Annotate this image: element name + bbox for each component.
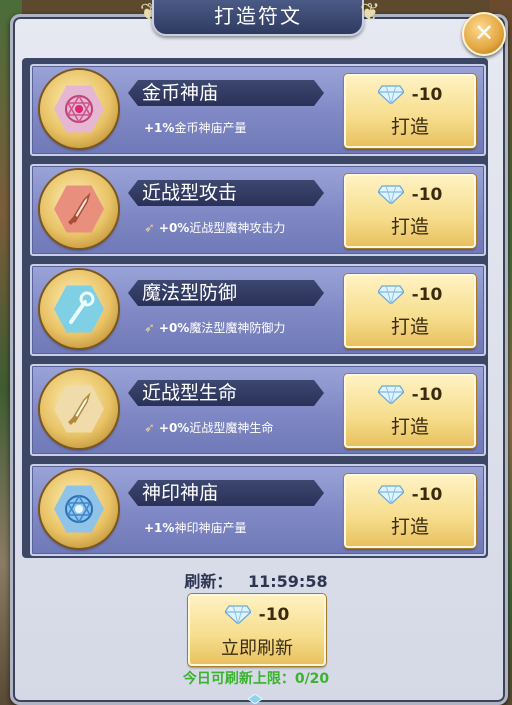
melee-attack-icon <box>54 185 104 233</box>
rune-bonus-text: 神印神庙产量 <box>174 521 247 535</box>
feather-icon: ➶ <box>144 321 155 336</box>
forge-cost-value: -10 <box>411 285 443 305</box>
forge-button-label: 打造 <box>390 416 429 438</box>
forge-cost: -10 <box>346 484 474 505</box>
rune-bonus: ➶ +0%近战型魔神生命 <box>144 418 273 438</box>
rune-row: 魔法型防御 ➶ +0%魔法型魔神防御力 -10 打造 <box>30 264 486 356</box>
forge-button[interactable]: -10 打造 <box>344 474 476 548</box>
left-wing-ornament: ❦ <box>139 0 160 26</box>
forge-cost: -10 <box>346 184 474 205</box>
rune-emblem <box>40 270 118 348</box>
rune-bonus-value: +0% <box>158 321 190 335</box>
forge-button-label: 打造 <box>390 116 429 138</box>
rune-bonus-text: 魔法型魔神防御力 <box>189 321 286 335</box>
refresh-button-label: 立即刷新 <box>221 638 293 659</box>
rune-row: 近战型生命 ➶ +0%近战型魔神生命 -10 打造 <box>30 364 486 456</box>
rune-name: 神印神庙 <box>128 480 324 506</box>
diamond-icon <box>377 385 404 404</box>
refresh-now-button[interactable]: -10 立即刷新 <box>188 594 326 666</box>
rune-row: 近战型攻击 ➶ +0%近战型魔神攻击力 -10 打造 <box>30 164 486 256</box>
refresh-countdown: 11:59:58 <box>248 572 328 591</box>
forge-button[interactable]: -10 打造 <box>344 174 476 248</box>
rune-bonus-text: 近战型魔神攻击力 <box>189 221 286 235</box>
rune-name: 近战型攻击 <box>128 180 324 206</box>
rune-emblem <box>40 70 118 148</box>
rune-emblem <box>40 370 118 448</box>
refresh-label: 刷新： <box>184 572 233 591</box>
forge-cost-value: -10 <box>411 485 443 505</box>
forge-button-label: 打造 <box>390 316 429 338</box>
close-button[interactable]: ✕ <box>462 12 506 56</box>
forge-cost: -10 <box>346 84 474 105</box>
rune-name: 金币神庙 <box>128 80 324 106</box>
forge-cost-value: -10 <box>411 185 443 205</box>
rune-bonus-text: 近战型魔神生命 <box>189 421 274 435</box>
close-icon: ✕ <box>473 19 495 47</box>
rune-bonus-value: +0% <box>158 221 190 235</box>
melee-life-icon <box>54 385 104 433</box>
feather-icon: ➶ <box>144 421 155 436</box>
right-wing-ornament: ❦ <box>360 0 381 26</box>
gold-temple-icon <box>54 85 104 133</box>
forge-button[interactable]: -10 打造 <box>344 74 476 148</box>
refresh-timer: 刷新： 11:59:58 <box>0 568 512 592</box>
rune-emblem <box>40 170 118 248</box>
seal-temple-icon <box>54 485 104 533</box>
rune-bonus: +1%金币神庙产量 <box>144 118 246 138</box>
rune-bonus: +1%神印神庙产量 <box>144 518 246 538</box>
rune-bonus-text: 金币神庙产量 <box>174 121 247 135</box>
diamond-icon <box>377 185 404 204</box>
rune-row: 神印神庙 +1%神印神庙产量 -10 打造 <box>30 464 486 556</box>
rune-name: 魔法型防御 <box>128 280 324 306</box>
rune-bonus-value: +1% <box>144 121 175 135</box>
forge-button[interactable]: -10 打造 <box>344 274 476 348</box>
bottom-ornament-gem-icon <box>248 694 262 704</box>
forge-button-label: 打造 <box>390 516 429 538</box>
rune-bonus-value: +1% <box>144 521 175 535</box>
magic-defense-icon <box>54 285 104 333</box>
forge-cost: -10 <box>346 384 474 405</box>
forge-button-label: 打造 <box>390 216 429 238</box>
diamond-icon <box>224 605 251 624</box>
refresh-cost-value: -10 <box>258 605 290 625</box>
diamond-icon <box>377 85 404 104</box>
forge-cost: -10 <box>346 284 474 305</box>
dialog-title: 打造符文 <box>152 0 364 36</box>
forge-button[interactable]: -10 打造 <box>344 374 476 448</box>
rune-emblem <box>40 470 118 548</box>
refresh-cost: -10 <box>190 604 324 625</box>
forge-cost-value: -10 <box>411 85 443 105</box>
diamond-icon <box>377 485 404 504</box>
forge-cost-value: -10 <box>411 385 443 405</box>
feather-icon: ➶ <box>144 221 155 236</box>
rune-row: 金币神庙 +1%金币神庙产量 -10 打造 <box>30 64 486 156</box>
rune-bonus: ➶ +0%近战型魔神攻击力 <box>144 218 285 238</box>
rune-bonus-value: +0% <box>158 421 190 435</box>
rune-name: 近战型生命 <box>128 380 324 406</box>
diamond-icon <box>377 285 404 304</box>
refresh-limit: 今日可刷新上限：0/20 <box>182 671 330 687</box>
rune-bonus: ➶ +0%魔法型魔神防御力 <box>144 318 285 338</box>
